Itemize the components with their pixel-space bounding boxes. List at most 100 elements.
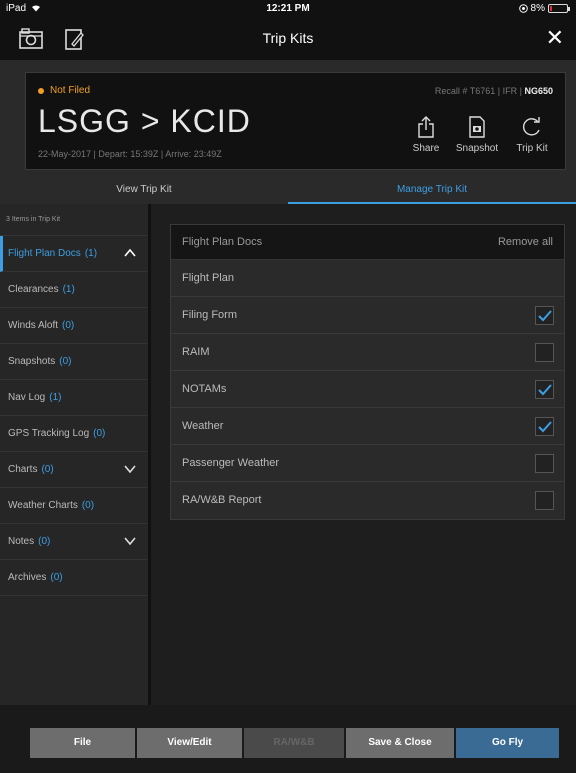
doc-row-ra-w-b-report[interactable]: RA/W&B Report: [171, 482, 564, 519]
docs-panel: Flight Plan Docs Remove all Flight Plan F…: [154, 204, 576, 705]
checkmark-icon: [538, 421, 552, 433]
recall-info: Recall # T6761 | IFR | NG650: [435, 86, 553, 96]
battery-icon: [548, 4, 570, 13]
battery-percent: 8%: [530, 3, 545, 14]
sidebar-item-archives[interactable]: Archives (0): [0, 560, 148, 596]
docs-table: Flight Plan Docs Remove all Flight Plan F…: [170, 224, 565, 520]
doc-row-label: Passenger Weather: [182, 457, 280, 469]
filing-status: Not Filed: [38, 85, 90, 96]
include-checkbox[interactable]: [535, 417, 554, 436]
close-icon[interactable]: ✕: [546, 26, 564, 50]
sidebar-item-count: (1): [84, 248, 98, 259]
save-close-button[interactable]: Save & Close: [346, 728, 454, 758]
refresh-icon: [523, 117, 540, 136]
doc-row-label: Flight Plan: [182, 272, 234, 284]
include-checkbox[interactable]: [535, 454, 554, 473]
sidebar-item-charts[interactable]: Charts (0): [0, 452, 148, 488]
trip-kit-tabs: View Trip Kit Manage Trip Kit: [0, 178, 576, 204]
status-bar: iPad 12:21 PM 8%: [0, 0, 576, 18]
share-icon: [418, 116, 434, 138]
action-footer: File View/Edit RA/W&B Save & Close Go Fl…: [0, 705, 576, 773]
doc-row-passenger-weather[interactable]: Passenger Weather: [171, 445, 564, 482]
route: LSGG > KCID: [38, 103, 251, 139]
recall-number: Recall # T6761 | IFR |: [434, 86, 522, 96]
sidebar-item-clearances[interactable]: Clearances (1): [0, 272, 148, 308]
include-checkbox[interactable]: [535, 306, 554, 325]
sidebar-item-label: Notes: [8, 536, 35, 547]
aircraft-id: NG650: [524, 86, 553, 96]
items-count: 3 Items in Trip Kit: [0, 204, 148, 236]
share-button[interactable]: Share: [409, 115, 443, 154]
tab-manage-trip-kit[interactable]: Manage Trip Kit: [288, 178, 576, 204]
go-fly-button[interactable]: Go Fly: [456, 728, 559, 758]
doc-row-weather[interactable]: Weather: [171, 408, 564, 445]
sidebar-item-nav-log[interactable]: Nav Log (1): [0, 380, 148, 416]
sidebar-item-notes[interactable]: Notes (0): [0, 524, 148, 560]
doc-row-label: RAIM: [182, 346, 210, 358]
trip-kits-screen: iPad 12:21 PM 8% Trip Kits ✕ Not Filed R…: [0, 0, 576, 773]
sidebar-item-count: (1): [49, 392, 62, 403]
include-checkbox[interactable]: [535, 380, 554, 399]
snapshot-button[interactable]: Snapshot: [450, 115, 504, 154]
sidebar-item-label: Flight Plan Docs: [8, 248, 81, 259]
battery-status: 8%: [518, 3, 570, 14]
clock: 12:21 PM: [266, 3, 310, 14]
file-button[interactable]: File: [30, 728, 135, 758]
sidebar-item-count: (0): [81, 500, 95, 511]
view-edit-button[interactable]: View/Edit: [137, 728, 242, 758]
sidebar-item-label: Charts: [8, 464, 38, 475]
chevron-down-icon[interactable]: [124, 464, 136, 474]
chevron-down-icon[interactable]: [124, 536, 136, 546]
sidebar-item-count: (0): [93, 428, 106, 439]
snapshot-label: Snapshot: [455, 143, 499, 154]
docs-section-title: Flight Plan Docs: [182, 236, 263, 248]
status-label: Not Filed: [50, 85, 91, 96]
sidebar-item-flight-plan-docs[interactable]: Flight Plan Docs (1): [0, 236, 148, 272]
checkmark-icon: [538, 384, 552, 396]
battery-fill: [550, 6, 552, 11]
trip-kit-button[interactable]: Trip Kit: [510, 115, 554, 154]
doc-row-label: Weather: [182, 420, 224, 432]
charging-icon: [518, 4, 528, 13]
sidebar-item-count: (1): [62, 284, 75, 295]
nav-bar: Trip Kits ✕: [0, 18, 576, 60]
sidebar-item-label: Weather Charts: [8, 500, 78, 511]
sidebar-item-snapshots[interactable]: Snapshots (0): [0, 344, 148, 380]
sidebar-item-winds-aloft[interactable]: Winds Aloft (0): [0, 308, 148, 344]
doc-row-flight-plan[interactable]: Flight Plan: [171, 260, 564, 297]
sidebar-item-label: Nav Log: [8, 392, 46, 403]
trip-card: Not Filed Recall # T6761 | IFR | NG650 L…: [25, 72, 566, 170]
tab-view-trip-kit[interactable]: View Trip Kit: [0, 178, 288, 204]
trip-kit-label: Trip Kit: [516, 143, 548, 154]
doc-row-raim[interactable]: RAIM: [171, 334, 564, 371]
trip-times: 22-May-2017 | Depart: 15:39Z | Arrive: 2…: [38, 149, 222, 159]
sidebar-item-weather-charts[interactable]: Weather Charts (0): [0, 488, 148, 524]
chevron-up-icon[interactable]: [124, 248, 136, 258]
category-sidebar: 3 Items in Trip Kit Flight Plan Docs (1) C…: [0, 204, 151, 705]
sidebar-item-label: Clearances: [8, 284, 59, 295]
trip-header: Not Filed Recall # T6761 | IFR | NG650 L…: [0, 60, 576, 178]
sidebar-item-count: (0): [38, 536, 51, 547]
docs-rows: Flight Plan Filing Form RAIM NOTAMs Weather P…: [171, 260, 564, 519]
page-title: Trip Kits: [262, 30, 314, 46]
include-checkbox[interactable]: [535, 491, 554, 510]
doc-row-filing-form[interactable]: Filing Form: [171, 297, 564, 334]
doc-row-notams[interactable]: NOTAMs: [171, 371, 564, 408]
sidebar-item-label: GPS Tracking Log: [8, 428, 90, 439]
checkmark-icon: [538, 310, 552, 322]
sidebar-item-gps-tracking-log[interactable]: GPS Tracking Log (0): [0, 416, 148, 452]
doc-row-label: RA/W&B Report: [182, 494, 262, 506]
snapshot-icon: [469, 116, 485, 138]
sidebar-item-label: Archives: [8, 572, 47, 583]
status-dot-icon: [38, 87, 44, 94]
doc-row-label: Filing Form: [182, 309, 238, 321]
sidebar-item-count: (0): [59, 356, 72, 367]
remove-all-button[interactable]: Remove all: [498, 236, 553, 248]
sidebar-item-label: Winds Aloft: [8, 320, 59, 331]
docs-table-header: Flight Plan Docs Remove all: [171, 225, 564, 260]
share-label: Share: [412, 143, 440, 154]
sidebar-item-count: (0): [62, 320, 75, 331]
ra-wb-button[interactable]: RA/W&B: [244, 728, 344, 758]
category-list: Flight Plan Docs (1) Clearances (1) Winds Al…: [0, 236, 148, 596]
include-checkbox[interactable]: [535, 343, 554, 362]
